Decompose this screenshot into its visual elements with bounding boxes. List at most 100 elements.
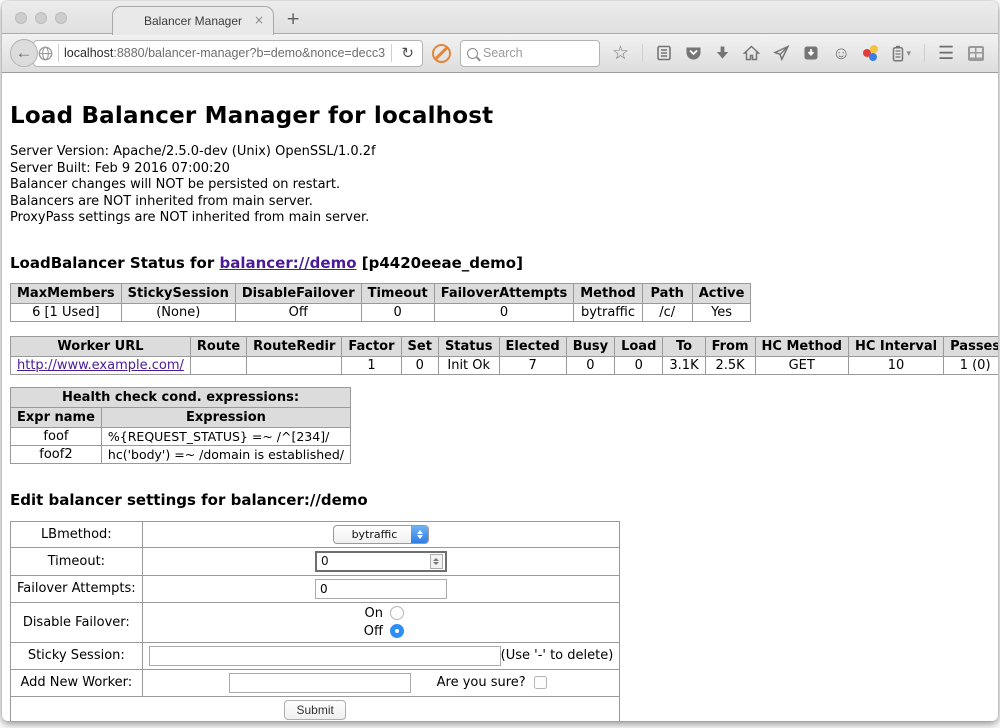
search-bar[interactable] [460,40,600,67]
health-row-foof: foof %{REQUEST_STATUS} =~ /^[234]/ [11,427,351,445]
back-button[interactable]: ← [10,39,38,67]
home-icon[interactable] [743,45,760,61]
val-hc-interval: 10 [848,356,943,374]
val-to: 3.1K [663,356,705,374]
url-path: :8880/balancer-manager?b=demo&nonce=decc… [113,46,386,60]
sticky-session-row: Sticky Session: (Use '-' to delete) [11,642,620,669]
select-stepper-icon [411,526,428,543]
balancer-status-table: MaxMembers StickySession DisableFailover… [10,283,751,322]
col-to: To [663,336,705,356]
tab-bar: Balancer Manager × + [2,1,998,34]
val-expression-1: %{REQUEST_STATUS} =~ /^[234]/ [101,427,350,445]
submit-button[interactable]: Submit [284,700,345,720]
failover-attempts-input[interactable] [315,579,447,599]
globe-icon [38,46,53,61]
pocket-icon[interactable] [685,45,702,61]
val-method: bytraffic [574,303,642,321]
col-from: From [705,336,755,356]
dropdown-caret-icon[interactable]: ▾ [906,48,911,59]
add-worker-input[interactable] [229,673,411,693]
col-stickysession: StickySession [121,283,235,303]
zoom-window-button[interactable] [55,12,67,24]
notice-persist: Balancer changes will NOT be persisted o… [10,177,990,194]
balancer-demo-link[interactable]: balancer://demo [219,254,356,272]
browser-window: Balancer Manager × + ← localhost:8880/ba… [2,1,998,721]
notice-inherit-proxypass: ProxyPass settings are NOT inherited fro… [10,210,990,227]
lbmethod-select[interactable]: bytraffic [333,525,430,544]
share-icon[interactable] [773,45,790,61]
menu-icon[interactable]: ☰ [938,43,954,64]
col-set: Set [401,336,438,356]
tab-close-icon[interactable]: × [254,13,264,27]
save-to-device-icon[interactable] [803,45,819,61]
chat-smiley-icon[interactable]: ☺ [832,44,850,62]
health-row-foof2: foof2 hc('body') =~ /domain is establish… [11,445,351,463]
new-tab-button[interactable]: + [286,9,300,29]
app-grid-icon[interactable] [967,45,985,62]
balancer-data-row: 6 [1 Used] (None) Off 0 0 bytraffic /c/ … [11,303,751,321]
are-you-sure-checkbox[interactable] [534,676,547,689]
navigation-toolbar: ← localhost:8880/balancer-manager?b=demo… [2,34,998,73]
worker-url-link[interactable]: http://www.example.com/ [17,358,184,373]
edit-balancer-form: LBmethod: bytraffic Timeout: 0 [10,521,620,722]
worker-data-row: http://www.example.com/ 1 0 Init Ok 7 0 … [11,356,999,374]
col-hc-method: HC Method [755,336,848,356]
reload-icon[interactable]: ↻ [397,44,418,62]
disable-failover-row: Disable Failover: On Off [11,602,620,642]
url-bar[interactable]: localhost:8880/balancer-manager?b=demo&n… [33,40,423,67]
col-load: Load [615,336,663,356]
add-worker-label: Add New Worker: [11,669,143,696]
battery-extension-icon[interactable]: ▾ [892,45,911,62]
col-passes: Passes [944,336,998,356]
val-timeout: 0 [361,303,434,321]
val-elected: 7 [499,356,566,374]
val-worker-url: http://www.example.com/ [11,356,191,374]
radio-on-unchecked[interactable] [390,606,404,620]
number-spinner-icon[interactable] [430,554,443,569]
lbmethod-label: LBmethod: [11,521,143,547]
tab-title: Balancer Manager [144,14,242,28]
toolbar-icons: ☆ ☺ ▾ [612,43,985,64]
timeout-input[interactable]: 0 [315,551,447,572]
val-route [190,356,246,374]
on-label: On [364,606,382,621]
off-label: Off [364,624,383,639]
col-maxmembers: MaxMembers [11,283,122,303]
loadbalancer-status-heading: LoadBalancer Status for balancer://demo … [10,254,990,272]
col-hc-interval: HC Interval [848,336,943,356]
timeout-value: 0 [321,554,430,568]
health-title-row: Health check cond. expressions: [11,387,351,407]
traffic-lights [15,12,67,24]
worker-table: Worker URL Route RouteRedir Factor Set S… [10,336,998,375]
val-from: 2.5K [705,356,755,374]
bookmarks-menu-icon[interactable] [656,45,672,61]
failover-on-option[interactable]: On [358,606,404,621]
add-worker-row: Add New Worker: Are you sure? [11,669,620,696]
minimize-window-button[interactable] [35,12,47,24]
col-busy: Busy [566,336,614,356]
downloads-icon[interactable] [715,45,730,61]
failover-row: Failover Attempts: [11,575,620,602]
radio-off-checked[interactable] [390,624,404,638]
val-disablefailover: Off [235,303,361,321]
color-dots-icon[interactable] [863,45,879,61]
col-expr-name: Expr name [11,407,102,427]
tab-balancer-manager[interactable]: Balancer Manager × [112,6,274,35]
page-title: Load Balancer Manager for localhost [10,103,990,129]
col-method: Method [574,283,642,303]
status-heading-prefix: LoadBalancer Status for [10,254,219,272]
col-path: Path [642,283,692,303]
close-window-button[interactable] [15,12,27,24]
failover-off-option[interactable]: Off [358,624,404,639]
content-blocked-icon[interactable] [432,44,451,63]
balancer-header-row: MaxMembers StickySession DisableFailover… [11,283,751,303]
sticky-session-input[interactable] [149,646,501,666]
timeout-row: Timeout: 0 [11,547,620,575]
url-text[interactable]: localhost:8880/balancer-manager?b=demo&n… [64,46,386,60]
search-input[interactable] [483,46,593,60]
toolbar-separator-1 [642,44,643,62]
bookmark-star-icon[interactable]: ☆ [612,44,629,63]
val-failoverattempts: 0 [434,303,574,321]
lbmethod-selected-value: bytraffic [334,526,412,543]
col-status: Status [438,336,499,356]
